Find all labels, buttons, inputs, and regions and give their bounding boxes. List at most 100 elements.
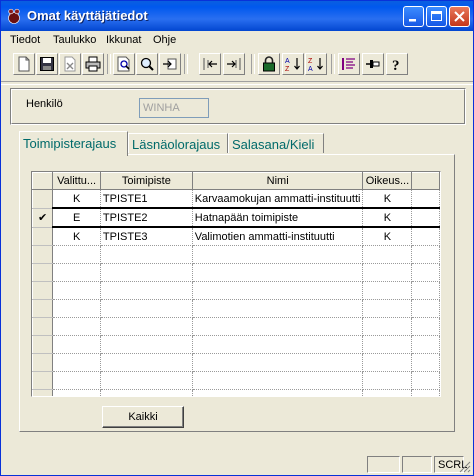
tab-salasana-kieli[interactable]: Salasana/Kieli (228, 133, 324, 153)
lock-button[interactable] (258, 53, 280, 75)
empty-row[interactable] (32, 317, 440, 336)
cell-nimi[interactable]: Hatnapään toimipiste (192, 207, 364, 228)
kaikki-button[interactable]: Kaikki (102, 406, 184, 428)
empty-cell[interactable] (411, 245, 440, 264)
menu-ohje[interactable]: Ohje (153, 34, 176, 46)
maximize-button[interactable] (426, 6, 447, 27)
export-button[interactable] (223, 53, 245, 75)
column-header-oikeus[interactable]: Oikeus... (362, 172, 413, 190)
goto-button[interactable] (159, 53, 181, 75)
empty-cell[interactable] (411, 281, 440, 300)
empty-cell[interactable] (411, 353, 440, 372)
empty-cell[interactable] (100, 245, 193, 264)
empty-row[interactable] (32, 263, 440, 282)
pin-button[interactable] (362, 53, 384, 75)
column-header-toimipiste[interactable]: Toimipiste (99, 172, 193, 190)
empty-cell[interactable] (192, 245, 364, 264)
empty-cell[interactable] (411, 389, 440, 396)
empty-cell[interactable] (362, 389, 413, 396)
cell-toimipiste[interactable]: TPISTE3 (100, 227, 193, 246)
table-row[interactable]: ✔ E TPISTE2 Hatnapään toimipiste K (32, 207, 440, 228)
empty-cell[interactable] (100, 389, 193, 396)
row-indicator[interactable] (32, 335, 54, 354)
cell-valittu[interactable]: K (52, 189, 101, 209)
empty-cell[interactable] (362, 371, 413, 390)
empty-cell[interactable] (52, 353, 101, 372)
print-preview-button[interactable] (113, 53, 135, 75)
empty-cell[interactable] (362, 353, 413, 372)
cell-nimi[interactable]: Valimotien ammatti-instituutti (192, 227, 364, 246)
empty-cell[interactable] (192, 281, 364, 300)
empty-cell[interactable] (52, 263, 101, 282)
row-indicator[interactable] (32, 317, 54, 336)
print-button[interactable] (82, 53, 104, 75)
delete-button[interactable] (59, 53, 81, 75)
empty-cell[interactable] (192, 263, 364, 282)
empty-cell[interactable] (192, 317, 364, 336)
new-button[interactable] (13, 53, 35, 75)
title-bar[interactable]: Omat käyttäjätiedot (1, 1, 473, 31)
empty-cell[interactable] (411, 371, 440, 390)
row-indicator[interactable] (32, 371, 54, 390)
empty-cell[interactable] (52, 281, 101, 300)
empty-cell[interactable] (362, 335, 413, 354)
column-header-valittu[interactable]: Valittu... (52, 172, 101, 190)
empty-cell[interactable] (100, 263, 193, 282)
sort-ascending-button[interactable]: AZ (282, 53, 304, 75)
empty-cell[interactable] (100, 353, 193, 372)
cell-nimi[interactable]: Karvaamokujan ammatti-instituutti (192, 189, 364, 209)
row-indicator[interactable] (32, 189, 54, 209)
row-indicator[interactable] (32, 299, 54, 318)
close-button[interactable] (449, 6, 470, 27)
empty-row[interactable] (32, 353, 440, 372)
menu-ikkunat[interactable]: Ikkunat (106, 34, 141, 46)
list-button[interactable] (338, 53, 360, 75)
sort-descending-button[interactable]: ZA (305, 53, 327, 75)
empty-cell[interactable] (362, 281, 413, 300)
empty-cell[interactable] (192, 371, 364, 390)
row-indicator[interactable] (32, 226, 54, 246)
empty-cell[interactable] (52, 245, 101, 264)
menu-tiedot[interactable]: Tiedot (10, 34, 40, 46)
empty-cell[interactable] (52, 299, 101, 318)
empty-cell[interactable] (52, 371, 101, 390)
import-button[interactable] (199, 53, 221, 75)
cell-toimipiste[interactable]: TPISTE2 (100, 207, 193, 228)
menu-taulukko[interactable]: Taulukko (53, 34, 96, 46)
minimize-button[interactable] (403, 6, 424, 27)
resize-grip-icon[interactable] (459, 461, 471, 473)
empty-row[interactable] (32, 245, 440, 264)
empty-row[interactable] (32, 335, 440, 354)
empty-cell[interactable] (362, 317, 413, 336)
henkilo-field[interactable]: WINHA (139, 98, 209, 118)
tab-lasnaolorajaus[interactable]: Läsnäolorajaus (128, 133, 228, 153)
column-header-nimi[interactable]: Nimi (191, 172, 364, 190)
toimipiste-grid[interactable]: Valittu... Toimipiste Nimi Oikeus... K TP… (31, 171, 441, 397)
row-indicator[interactable] (32, 353, 54, 372)
empty-cell[interactable] (411, 263, 440, 282)
cell-valittu[interactable]: E (52, 207, 101, 228)
empty-cell[interactable] (100, 299, 193, 318)
row-indicator[interactable] (32, 281, 54, 300)
help-button[interactable]: ? (386, 53, 408, 75)
empty-cell[interactable] (52, 335, 101, 354)
empty-row[interactable] (32, 281, 440, 300)
empty-cell[interactable] (192, 299, 364, 318)
empty-cell[interactable] (100, 335, 193, 354)
empty-cell[interactable] (411, 335, 440, 354)
cell-oikeus[interactable]: K (362, 207, 413, 228)
empty-cell[interactable] (411, 299, 440, 318)
empty-cell[interactable] (100, 281, 193, 300)
zoom-button[interactable] (136, 53, 158, 75)
empty-cell[interactable] (192, 335, 364, 354)
empty-cell[interactable] (52, 389, 101, 396)
empty-cell[interactable] (192, 389, 364, 396)
cell-valittu[interactable]: K (52, 227, 101, 246)
table-row[interactable]: K TPISTE3 Valimotien ammatti-instituutti K (32, 226, 440, 246)
empty-cell[interactable] (192, 353, 364, 372)
tab-toimipisterajaus[interactable]: Toimipisterajaus (19, 131, 128, 156)
current-row-check-icon[interactable]: ✔ (32, 207, 54, 228)
cell-oikeus[interactable]: K (362, 227, 413, 246)
cell-toimipiste[interactable]: TPISTE1 (100, 189, 193, 209)
row-indicator[interactable] (32, 389, 54, 396)
